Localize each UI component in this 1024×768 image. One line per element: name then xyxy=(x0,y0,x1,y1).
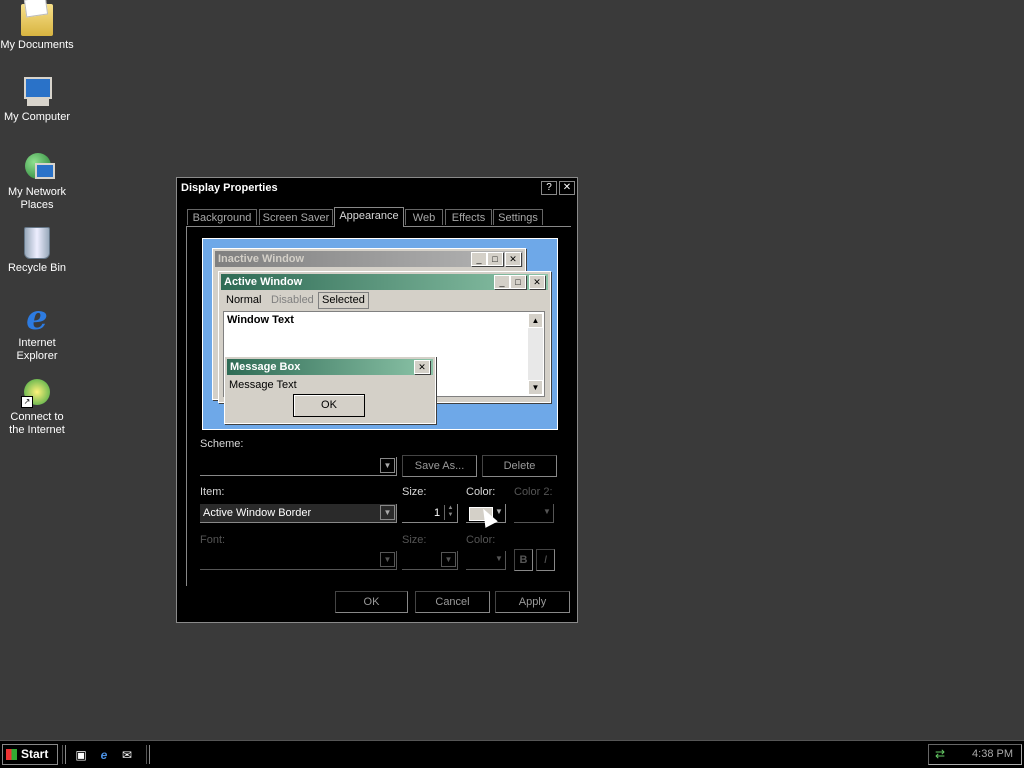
tab-background[interactable]: Background xyxy=(187,209,257,225)
start-button[interactable]: Start xyxy=(2,744,58,765)
preview-ok-button[interactable]: OK xyxy=(293,394,365,417)
tab-effects[interactable]: Effects xyxy=(445,209,492,225)
item-size-label: Size: xyxy=(402,486,427,498)
tab-appearance[interactable]: Appearance xyxy=(334,207,404,227)
scroll-up-icon[interactable]: ▲ xyxy=(528,313,543,328)
italic-button[interactable]: I xyxy=(536,549,555,571)
desktop-icon-recycle-bin[interactable]: Recycle Bin xyxy=(0,227,74,275)
chevron-down-icon[interactable]: ▼ xyxy=(380,458,395,473)
bold-button[interactable]: B xyxy=(514,549,533,571)
desktop-icon-label: Recycle Bin xyxy=(7,262,67,274)
desktop-icon-label: My Documents xyxy=(0,39,74,51)
show-desktop-icon[interactable]: ▣ xyxy=(73,747,89,763)
scroll-down-icon[interactable]: ▼ xyxy=(528,380,543,395)
font-size-select[interactable]: ▼ xyxy=(402,551,458,570)
display-properties-dialog: Display Properties ? ✕ Background Screen… xyxy=(176,177,578,623)
desktop-icon-my-network-places[interactable]: My Network Places xyxy=(0,151,74,212)
menu-normal[interactable]: Normal xyxy=(223,292,264,309)
cancel-button[interactable]: Cancel xyxy=(415,591,490,613)
item-label: Item: xyxy=(200,486,225,498)
clock[interactable]: 4:38 PM xyxy=(972,748,1013,760)
item-color2-label: Color 2: xyxy=(514,486,553,498)
taskbar: Start ▣ e ✉ ⇄ 4:38 PM xyxy=(0,740,1024,768)
close-icon: ✕ xyxy=(505,252,521,266)
chevron-down-icon[interactable]: ▼ xyxy=(380,552,395,567)
my-computer-icon xyxy=(21,76,53,108)
connect-internet-icon: ↗ xyxy=(21,376,53,408)
ok-button[interactable]: OK xyxy=(335,591,408,613)
tab-web[interactable]: Web xyxy=(405,209,443,225)
message-text: Message Text xyxy=(229,379,297,391)
taskbar-separator[interactable] xyxy=(146,745,150,764)
minimize-icon: _ xyxy=(471,252,487,266)
outlook-express-icon[interactable]: ✉ xyxy=(119,747,135,763)
appearance-preview[interactable]: Inactive Window _ □ ✕ Active Window _ □ … xyxy=(202,238,558,430)
desktop-icon-connect-internet[interactable]: ↗ Connect to the Internet xyxy=(0,376,74,437)
desktop-icon-internet-explorer[interactable]: e Internet Explorer xyxy=(0,298,74,363)
close-icon: ✕ xyxy=(414,360,430,374)
font-label: Font: xyxy=(200,534,226,546)
scheme-select[interactable]: ▼ xyxy=(200,457,397,476)
internet-explorer-icon: e xyxy=(26,298,48,338)
item-color-label: Color: xyxy=(466,486,496,498)
network-tray-icon[interactable]: ⇄ xyxy=(932,746,948,762)
tab-settings[interactable]: Settings xyxy=(493,209,543,225)
maximize-icon: □ xyxy=(510,275,526,289)
minimize-icon: _ xyxy=(494,275,510,289)
taskbar-separator[interactable] xyxy=(62,745,66,764)
chevron-down-icon[interactable]: ▼ xyxy=(542,505,552,520)
desktop-icon-my-documents[interactable]: My Documents xyxy=(0,4,74,52)
desktop-icon-label: My Computer xyxy=(3,111,71,123)
maximize-icon: □ xyxy=(487,252,503,266)
preview-scrollbar[interactable]: ▲ ▼ xyxy=(528,313,543,395)
window-text: Window Text xyxy=(227,314,294,326)
font-size-label: Size: xyxy=(402,534,427,546)
item-color2-picker[interactable]: ▼ xyxy=(514,504,554,523)
windows-flag-icon xyxy=(6,749,17,760)
desktop-icon-my-computer[interactable]: My Computer xyxy=(0,76,74,124)
delete-button[interactable]: Delete xyxy=(482,455,557,477)
item-size-spinner[interactable]: 1 ▲ ▼ xyxy=(402,504,458,523)
save-as-button[interactable]: Save As... xyxy=(402,455,477,477)
my-documents-icon xyxy=(21,4,53,36)
internet-explorer-icon[interactable]: e xyxy=(96,747,112,763)
menu-selected[interactable]: Selected xyxy=(318,292,369,309)
desktop-icon-label: Internet Explorer xyxy=(16,337,58,362)
desktop-icon-label: My Network Places xyxy=(7,186,67,211)
font-color-label: Color: xyxy=(466,534,496,546)
scheme-label: Scheme: xyxy=(200,438,244,450)
desktop-icon-label: Connect to the Internet xyxy=(9,411,65,436)
font-color-picker[interactable]: ▼ xyxy=(466,551,506,570)
font-select[interactable]: ▼ xyxy=(200,551,397,570)
start-label: Start xyxy=(21,747,49,761)
chevron-down-icon[interactable]: ▼ xyxy=(441,552,456,567)
apply-button[interactable]: Apply xyxy=(495,591,570,613)
tab-screen-saver[interactable]: Screen Saver xyxy=(259,209,333,225)
close-button[interactable]: ✕ xyxy=(559,181,575,195)
dialog-title: Display Properties xyxy=(181,182,278,194)
preview-message-box[interactable]: Message Box ✕ Message Text OK xyxy=(224,356,436,424)
close-icon: ✕ xyxy=(529,275,545,289)
system-tray: ⇄ 4:38 PM xyxy=(928,744,1022,765)
chevron-down-icon[interactable]: ▼ xyxy=(380,505,395,520)
menu-disabled[interactable]: Disabled xyxy=(268,292,317,309)
network-places-icon xyxy=(21,151,55,183)
item-value: Active Window Border xyxy=(203,507,312,519)
item-size-value: 1 xyxy=(434,507,441,519)
chevron-down-icon[interactable]: ▼ xyxy=(494,552,504,567)
message-box-title: Message Box xyxy=(227,359,433,375)
help-button[interactable]: ? xyxy=(541,181,557,195)
recycle-bin-icon xyxy=(24,227,50,259)
item-select[interactable]: Active Window Border ▼ xyxy=(200,504,397,523)
spinner-arrows-icon[interactable]: ▲ ▼ xyxy=(444,505,456,520)
